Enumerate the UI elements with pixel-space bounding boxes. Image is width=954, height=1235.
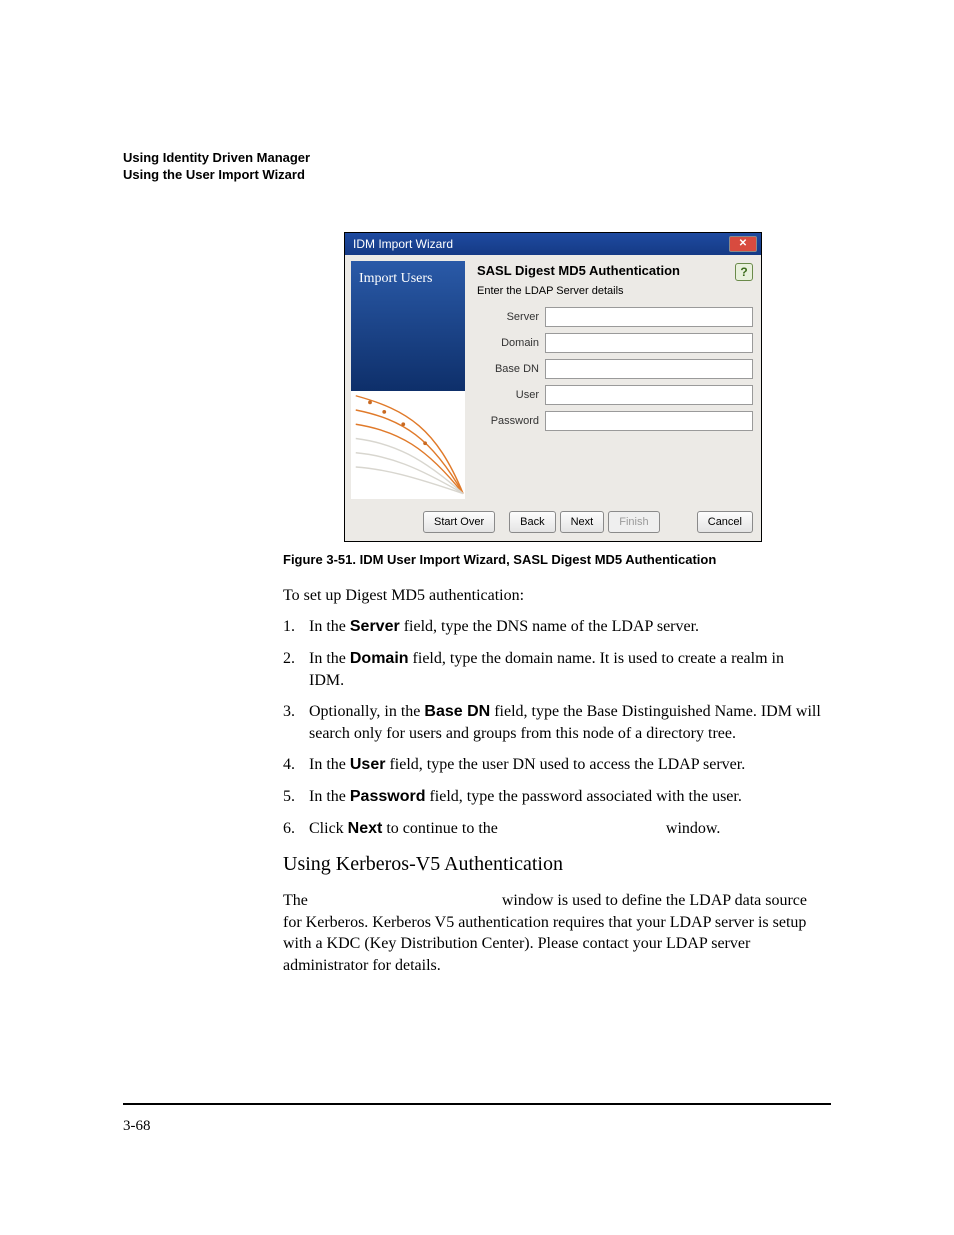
help-button[interactable]: ? [735,263,753,281]
dialog-subheading: Enter the LDAP Server details [477,285,753,297]
cancel-button[interactable]: Cancel [697,511,753,533]
step-number: 6. [283,818,309,840]
server-bold: Server [350,618,400,635]
step-number: 1. [283,616,309,638]
step-number: 4. [283,754,309,776]
help-icon: ? [740,265,747,279]
password-bold: Password [350,788,426,805]
step-number: 3. [283,701,309,744]
back-button[interactable]: Back [509,511,555,533]
next-bold: Next [348,820,383,837]
password-label: Password [477,415,545,427]
step-6: 6. Click Next to continue to the window. [283,818,823,840]
user-input[interactable] [545,385,753,405]
kerberos-paragraph: The window is used to define the LDAP da… [283,890,823,976]
dialog-main: SASL Digest MD5 Authentication ? Enter t… [471,255,761,505]
dialog-sidebar: Import Users [345,255,471,505]
user-label: User [477,389,545,401]
basedn-bold: Base DN [424,703,490,720]
footer-rule [123,1103,831,1105]
sidebar-title-panel: Import Users [351,261,465,391]
step-number: 2. [283,648,309,691]
step-number: 5. [283,786,309,808]
domain-bold: Domain [350,650,409,667]
start-over-button[interactable]: Start Over [423,511,495,533]
step-1: 1. In the Server field, type the DNS nam… [283,616,823,638]
domain-input[interactable] [545,333,753,353]
steps-list: 1. In the Server field, type the DNS nam… [283,616,823,839]
finish-button: Finish [608,511,659,533]
intro-text: To set up Digest MD5 authentication: [283,585,823,607]
import-wizard-dialog: IDM Import Wizard ✕ Import Users [344,232,762,542]
close-button[interactable]: ✕ [729,236,757,252]
network-swirl-icon [351,391,465,496]
close-icon: ✕ [739,238,747,249]
next-button[interactable]: Next [560,511,605,533]
sidebar-title: Import Users [359,271,433,286]
basedn-input[interactable] [545,359,753,379]
page-header: Using Identity Driven Manager Using the … [123,150,831,184]
server-input[interactable] [545,307,753,327]
dialog-titlebar: IDM Import Wizard ✕ [345,233,761,255]
step-5: 5. In the Password field, type the passw… [283,786,823,808]
server-label: Server [477,311,545,323]
step-2: 2. In the Domain field, type the domain … [283,648,823,691]
password-input[interactable] [545,411,753,431]
step-4: 4. In the User field, type the user DN u… [283,754,823,776]
step-3: 3. Optionally, in the Base DN field, typ… [283,701,823,744]
basedn-label: Base DN [477,363,545,375]
sidebar-graphic [351,391,465,499]
figure-caption: Figure 3-51. IDM User Import Wizard, SAS… [283,552,823,567]
page-number: 3-68 [123,1118,151,1135]
header-line-2: Using the User Import Wizard [123,167,831,184]
dialog-title: IDM Import Wizard [353,237,453,251]
header-line-1: Using Identity Driven Manager [123,150,831,167]
dialog-heading: SASL Digest MD5 Authentication [477,263,680,278]
domain-label: Domain [477,337,545,349]
dialog-button-row: Start Over Back Next Finish Cancel [345,505,761,541]
user-bold: User [350,756,386,773]
section-heading: Using Kerberos-V5 Authentication [283,853,823,876]
